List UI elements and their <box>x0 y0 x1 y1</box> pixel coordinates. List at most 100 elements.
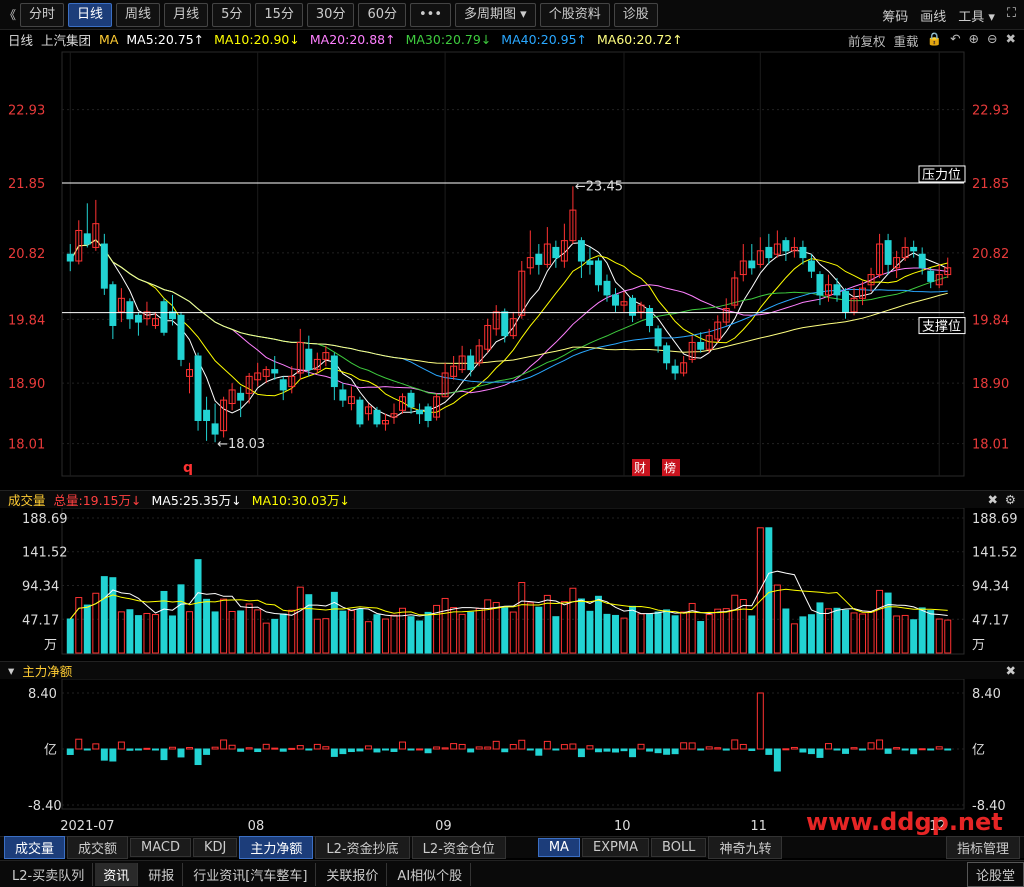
ma-item-1: MA10:20.90↓ <box>214 31 300 47</box>
volume-label-right: 94.34 <box>972 580 1009 595</box>
volume-chart: 188.69 188.69 141.52 141.52 94.34 94.34 47.17 4… <box>22 508 1018 655</box>
event-marker: 财 <box>634 461 646 475</box>
netflow-bar <box>714 747 722 750</box>
candle-body <box>279 379 287 391</box>
indicator-tab-10[interactable]: 神奇九转 <box>708 836 783 859</box>
netflow-bar <box>816 748 824 758</box>
netflow-bar <box>560 744 568 750</box>
netflow-label-left: 8.40 <box>28 687 57 702</box>
gear-icon[interactable]: ⚙ <box>1005 492 1016 507</box>
netflow-bar <box>884 748 892 754</box>
netflow-bar <box>83 748 91 751</box>
indicator-tab-7[interactable]: MA <box>537 838 580 857</box>
period-tab-6[interactable]: 30分 <box>306 2 355 27</box>
netflow-bar <box>441 747 449 750</box>
candle-body <box>663 345 671 364</box>
collapse-icon[interactable]: ▾ <box>8 663 14 678</box>
indicator-tab-11[interactable]: 指标管理 <box>945 836 1020 859</box>
indicator-tab-8[interactable]: EXPMA <box>581 838 650 857</box>
netflow-label-right: 8.40 <box>972 687 1001 702</box>
indicator-tab-5[interactable]: L2-资金抄底 <box>315 836 410 859</box>
volume-bar <box>918 607 926 654</box>
volume-bar <box>356 608 364 654</box>
toolbar-right-3[interactable]: ⛶ <box>1007 6 1016 25</box>
indicator-tab-3[interactable]: KDJ <box>193 838 238 857</box>
status-tab-4[interactable]: 关联报价 <box>318 862 388 886</box>
netflow-bar <box>731 739 739 750</box>
status-tab-5[interactable]: AI相似个股 <box>389 862 472 886</box>
netflow-bar <box>450 743 458 750</box>
period-tab-11[interactable]: 诊股 <box>613 2 658 27</box>
status-tab-1[interactable]: 资讯 <box>95 862 139 886</box>
ma-item-0: MA5:20.75↑ <box>126 31 205 47</box>
toolbar-right-2[interactable]: 工具 ▾ <box>958 6 995 25</box>
status-tab-2[interactable]: 研报 <box>140 862 184 886</box>
toolbar-right-0[interactable]: 筹码 <box>882 6 908 25</box>
volume-bar <box>654 611 662 654</box>
netflow-bar <box>347 748 355 753</box>
period-tab-8[interactable]: ••• <box>410 2 452 27</box>
ma60-line <box>69 239 948 364</box>
x-axis-label: 2021-07 <box>60 819 114 834</box>
period-tab-1[interactable]: 日线 <box>68 2 113 27</box>
indicator-tab-2[interactable]: MACD <box>130 838 191 857</box>
volume-bar <box>416 620 424 654</box>
x-axis-label: 08 <box>248 819 265 834</box>
volume-bar <box>458 613 466 654</box>
indicator-tab-4[interactable]: 主力净额 <box>239 836 314 859</box>
toolbar-right-1[interactable]: 画线 <box>920 6 946 25</box>
volume-bar <box>330 591 338 654</box>
netflow-bar <box>245 747 253 750</box>
period-tab-2[interactable]: 周线 <box>116 2 161 27</box>
status-tab-6[interactable]: 论股堂 <box>966 861 1024 887</box>
netflow-bar <box>92 743 100 750</box>
indicator-tab-9[interactable]: BOLL <box>651 838 707 857</box>
indicator-tab-0[interactable]: 成交量 <box>4 836 66 859</box>
period-tab-4[interactable]: 5分 <box>212 2 252 27</box>
netflow-bar <box>271 747 279 750</box>
netflow-bar <box>756 692 764 750</box>
netflow-bar <box>203 748 211 755</box>
period-tab-9[interactable]: 多周期图 ▾ <box>455 2 536 27</box>
candle-body <box>134 314 142 323</box>
indicator-tab-6[interactable]: L2-资金仓位 <box>411 836 506 859</box>
candle-body <box>305 348 313 371</box>
volume-item-2: MA10:30.03万↓ <box>251 493 350 508</box>
netflow-bar <box>492 740 500 750</box>
period-tab-0[interactable]: 分时 <box>20 2 65 27</box>
netflow-bar <box>935 746 943 750</box>
netflow-bar <box>705 746 713 750</box>
candle-body <box>83 233 91 245</box>
period-tab-10[interactable]: 个股资料 <box>539 2 610 27</box>
indicator-tab-1[interactable]: 成交额 <box>67 836 129 859</box>
volume-label-right: 141.52 <box>972 546 1018 561</box>
netflow-bar <box>620 748 628 752</box>
ma-item-3: MA30:20.79↓ <box>405 31 492 47</box>
candle-body <box>501 311 509 337</box>
period-tab-5[interactable]: 15分 <box>255 2 303 27</box>
volume-bar <box>151 614 159 654</box>
status-tab-0[interactable]: L2-买卖队列 <box>4 862 94 886</box>
candle-body <box>918 253 926 269</box>
volume-bar <box>126 609 134 654</box>
candle-body <box>126 301 134 320</box>
status-tab-3[interactable]: 行业资讯[汽车整车] <box>185 862 317 886</box>
period-tab-7[interactable]: 60分 <box>358 2 406 27</box>
period-tab-3[interactable]: 月线 <box>164 2 209 27</box>
candle-body <box>416 409 424 415</box>
volume-bar <box>305 594 313 654</box>
indicator-tabs: 成交量 成交额 MACD KDJ 主力净额 L2-资金抄底 L2-资金仓位 MA EXPMA BO… <box>0 836 1024 859</box>
volume-bar <box>203 598 211 654</box>
volume-label-right: 47.17 <box>972 613 1009 628</box>
close-icon[interactable]: ✖ <box>1006 663 1016 678</box>
volume-bar <box>927 610 935 654</box>
volume-bar <box>441 597 449 654</box>
volume-bar <box>731 594 739 654</box>
netflow-bar <box>186 747 194 750</box>
volume-bar <box>169 615 176 654</box>
back-icon[interactable]: 《 <box>4 6 16 23</box>
volume-bar <box>288 609 296 654</box>
volume-bar <box>697 621 705 654</box>
close-icon[interactable]: ✖ <box>988 492 998 507</box>
candle-body <box>160 301 168 333</box>
